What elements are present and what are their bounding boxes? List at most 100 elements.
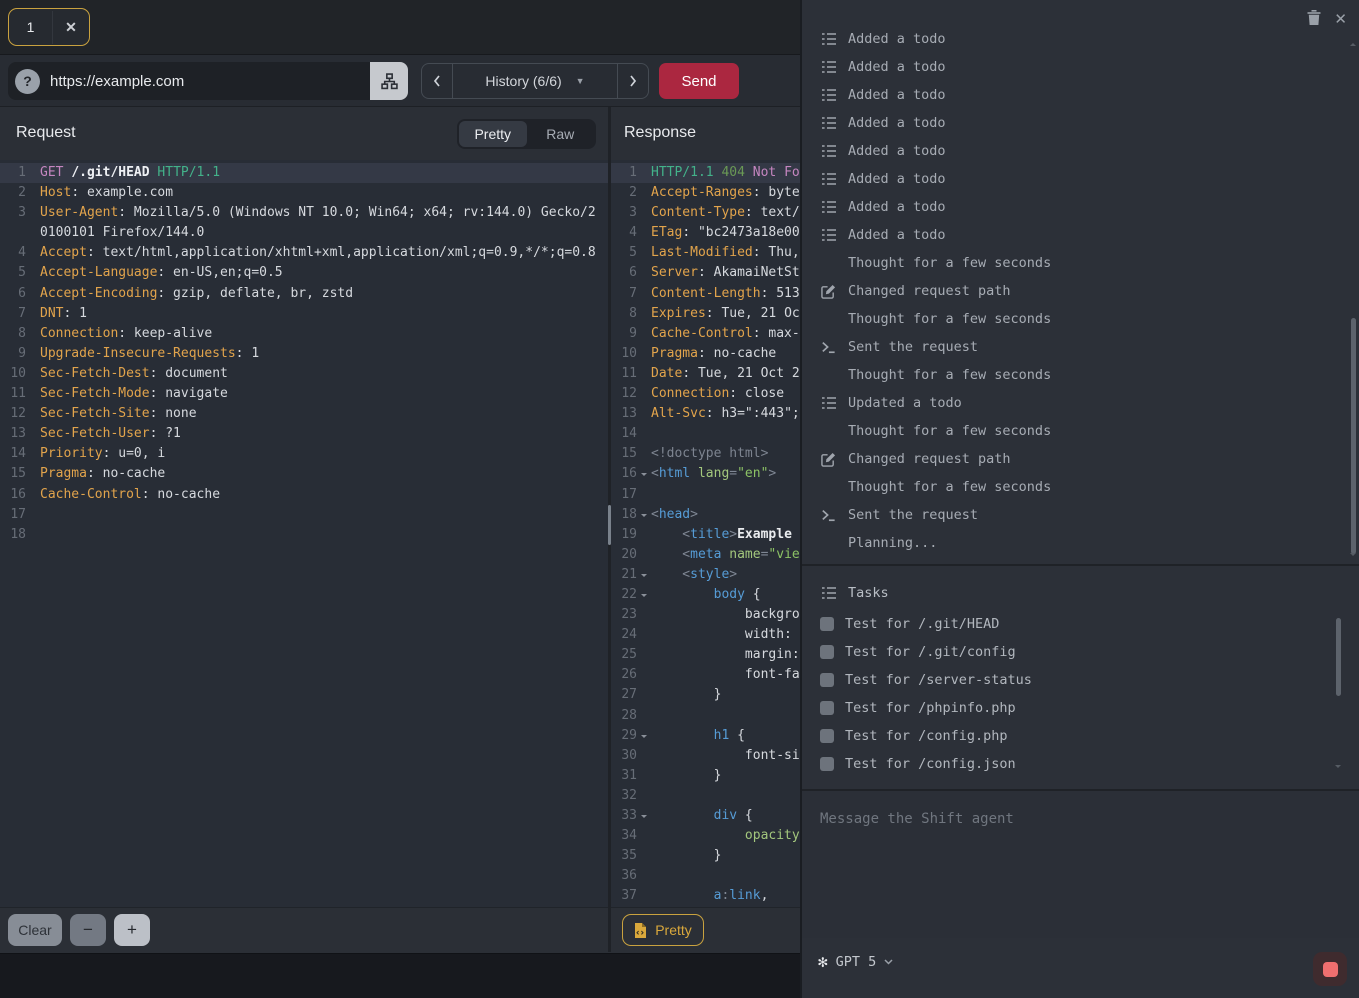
response-scrollbar[interactable] <box>608 505 611 545</box>
response-editor[interactable]: 1HTTP/1.1 404 Not Fo2Accept-Ranges: byte… <box>611 160 800 907</box>
log-item-text: Sent the request <box>848 339 978 355</box>
log-scrollbar[interactable] <box>1351 318 1356 554</box>
log-item[interactable]: Added a todo <box>802 109 1347 137</box>
history-dropdown[interactable]: History (6/6) ▼ <box>452 63 618 99</box>
task-checkbox[interactable] <box>820 617 834 631</box>
help-icon[interactable]: ? <box>15 69 40 94</box>
sitemap-icon <box>381 73 398 90</box>
chevron-right-icon <box>628 74 638 88</box>
send-button[interactable]: Send <box>659 63 739 99</box>
log-item: Thought for a few seconds <box>802 473 1347 501</box>
response-code-line: 17 <box>611 485 800 505</box>
divider <box>802 564 1359 566</box>
response-code-line: 8Expires: Tue, 21 Oc <box>611 304 800 324</box>
trash-icon[interactable] <box>1307 10 1321 28</box>
request-code-line: 8Connection: keep-alive <box>0 324 608 344</box>
clear-button[interactable]: Clear <box>8 914 62 946</box>
prettify-button[interactable]: Pretty <box>622 914 704 946</box>
agent-message-input[interactable] <box>802 791 1359 938</box>
log-item[interactable]: Added a todo <box>802 53 1347 81</box>
log-item-text: Planning... <box>848 535 937 551</box>
log-item[interactable]: Changed request path <box>802 277 1347 305</box>
log-item[interactable]: Added a todo <box>802 137 1347 165</box>
log-item-text: Thought for a few seconds <box>848 423 1051 439</box>
fold-caret-icon[interactable] <box>637 726 650 746</box>
checklist-icon <box>820 228 837 242</box>
request-code-line: 12Sec-Fetch-Site: none <box>0 404 608 424</box>
response-code-line: 2Accept-Ranges: byte <box>611 183 800 203</box>
response-code-line: 32 <box>611 786 800 806</box>
task-item[interactable]: Test for /.git/HEAD <box>802 610 1342 638</box>
scroll-down-icon[interactable] <box>1350 553 1356 559</box>
log-item-text: Thought for a few seconds <box>848 255 1051 271</box>
request-code-line: 13Sec-Fetch-User: ?1 <box>0 424 608 444</box>
proxy-settings-button[interactable] <box>370 62 408 100</box>
log-item-text: Updated a todo <box>848 395 962 411</box>
task-item[interactable]: Test for /server-status <box>802 666 1342 694</box>
task-label: Test for /config.php <box>845 728 1008 744</box>
view-mode-toggle: Pretty Raw <box>457 119 596 149</box>
log-item[interactable]: Added a todo <box>802 221 1347 249</box>
scroll-up-icon[interactable] <box>1350 40 1356 46</box>
log-item[interactable]: Sent the request <box>802 333 1347 361</box>
tasks-title: Tasks <box>848 585 889 601</box>
log-item[interactable]: Changed request path <box>802 445 1347 473</box>
model-selector[interactable]: ✻ GPT 5 <box>818 954 893 970</box>
request-editor[interactable]: 1GET /.git/HEAD HTTP/1.12Host: example.c… <box>0 160 608 907</box>
tab-1[interactable]: 1 ✕ <box>8 8 90 46</box>
stop-button[interactable] <box>1313 952 1347 986</box>
response-code-line: 9Cache-Control: max- <box>611 324 800 344</box>
request-code-line: 16Cache-Control: no-cache <box>0 485 608 505</box>
task-item[interactable]: Test for /config.php <box>802 722 1342 750</box>
fold-caret-icon[interactable] <box>637 464 650 484</box>
response-code-line: 25 margin: <box>611 645 800 665</box>
task-item[interactable]: Test for /phpinfo.php <box>802 694 1342 722</box>
log-item: Thought for a few seconds <box>802 361 1347 389</box>
checklist-icon <box>820 116 837 130</box>
response-code-line: 4ETag: "bc2473a18e00 <box>611 223 800 243</box>
response-code-line: 16<html lang="en"> <box>611 464 800 484</box>
checklist-icon <box>820 586 837 600</box>
file-code-icon <box>634 923 647 938</box>
task-item[interactable]: Test for /.git/config <box>802 638 1342 666</box>
response-toolbar: Pretty <box>611 907 800 952</box>
tasks-scrollbar[interactable] <box>1336 618 1341 696</box>
chevron-down-icon <box>884 959 893 965</box>
history-prev-button[interactable] <box>421 63 452 99</box>
task-checkbox[interactable] <box>820 701 834 715</box>
close-icon[interactable]: ✕ <box>53 19 89 36</box>
response-code-line: 34 opacity <box>611 826 800 846</box>
log-item[interactable]: Added a todo <box>802 81 1347 109</box>
task-checkbox[interactable] <box>820 673 834 687</box>
history-next-button[interactable] <box>618 63 649 99</box>
task-item[interactable]: Test for /config.json <box>802 750 1342 778</box>
log-item[interactable]: Added a todo <box>802 165 1347 193</box>
fold-caret-icon[interactable] <box>637 585 650 605</box>
log-item[interactable]: Updated a todo <box>802 389 1347 417</box>
response-code-line: 31 } <box>611 766 800 786</box>
response-code-line: 13Alt-Svc: h3=":443"; <box>611 404 800 424</box>
task-checkbox[interactable] <box>820 645 834 659</box>
log-item-text: Added a todo <box>848 227 946 243</box>
composer <box>802 791 1359 938</box>
tasks-scroll-down-icon[interactable] <box>1335 765 1341 771</box>
task-checkbox[interactable] <box>820 757 834 771</box>
log-item[interactable]: Added a todo <box>802 28 1347 53</box>
log-item[interactable]: Sent the request <box>802 501 1347 529</box>
close-panel-icon[interactable]: ✕ <box>1334 12 1347 27</box>
tab-raw[interactable]: Raw <box>527 121 595 147</box>
response-code-line: 23 backgro <box>611 605 800 625</box>
response-code-line: 1HTTP/1.1 404 Not Fo <box>611 163 800 183</box>
terminal-icon <box>820 340 837 354</box>
log-item[interactable]: Added a todo <box>802 193 1347 221</box>
task-checkbox[interactable] <box>820 729 834 743</box>
url-input[interactable] <box>40 62 370 100</box>
task-label: Test for /.git/HEAD <box>845 616 999 632</box>
fold-caret-icon[interactable] <box>637 806 650 826</box>
zoom-in-button[interactable]: + <box>114 914 150 946</box>
tab-pretty[interactable]: Pretty <box>459 121 527 147</box>
fold-caret-icon[interactable] <box>637 505 650 525</box>
fold-caret-icon[interactable] <box>637 565 650 585</box>
checklist-icon <box>820 200 837 214</box>
zoom-out-button[interactable]: − <box>70 914 106 946</box>
